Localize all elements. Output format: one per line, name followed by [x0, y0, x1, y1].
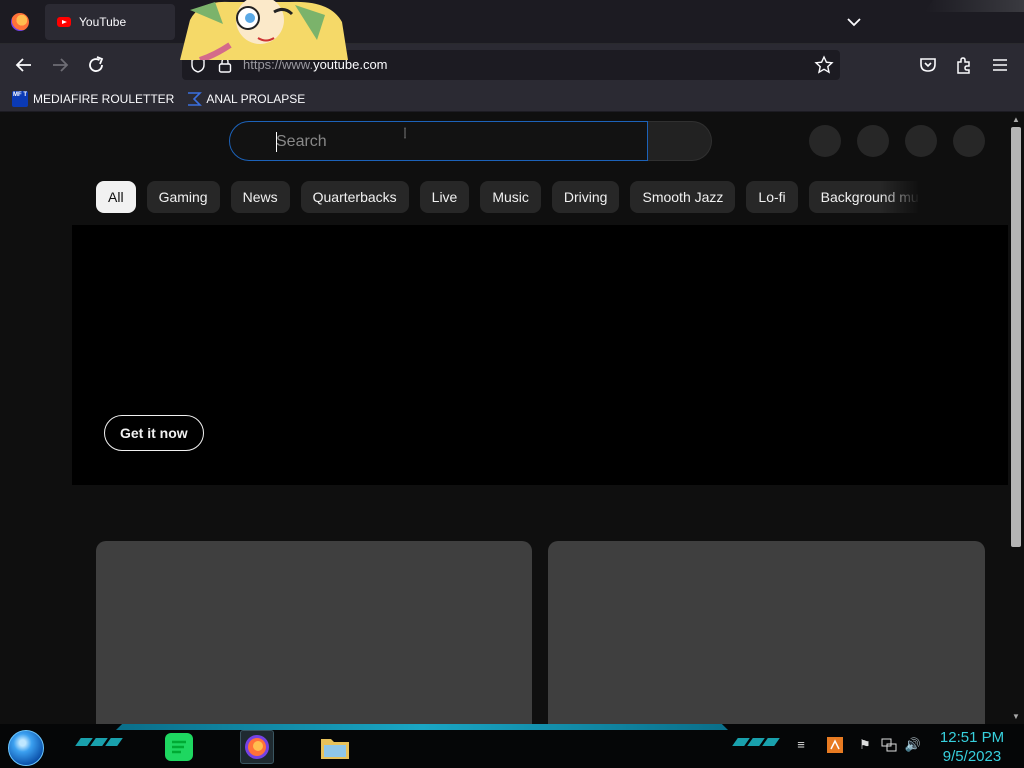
- create-placeholder[interactable]: [857, 125, 889, 157]
- anime-character-sticker: [180, 0, 348, 60]
- avatar-placeholder[interactable]: [953, 125, 985, 157]
- chip-news[interactable]: News: [230, 181, 290, 213]
- app-tray-icon[interactable]: [826, 737, 844, 755]
- start-orb-icon[interactable]: [8, 730, 44, 766]
- taskbar-chevron-decoration: [75, 738, 123, 746]
- firefox-taskbar-icon[interactable]: [240, 730, 274, 764]
- browser-tab-bar: YouTube: [0, 0, 1024, 60]
- page-scrollbar[interactable]: ▲ ▼: [1008, 112, 1024, 724]
- desktop: YouTube https://www.youtube.com MF T MED…: [0, 0, 1024, 768]
- chip-lo-fi[interactable]: Lo-fi: [746, 181, 798, 213]
- tab-youtube[interactable]: YouTube: [45, 4, 175, 40]
- network-icon[interactable]: [880, 737, 898, 755]
- bookmark-label: ANAL PROLAPSE: [206, 91, 306, 106]
- bookmark-star-icon[interactable]: [814, 55, 834, 75]
- youtube-page: All Gaming News Quarterbacks Live Music Drivin…: [0, 112, 1008, 724]
- spotify-icon[interactable]: [162, 730, 196, 764]
- clock-date: 9/5/2023: [942, 748, 1002, 765]
- category-chips: All Gaming News Quarterbacks Live Music Drivin…: [96, 181, 918, 213]
- chip-all[interactable]: All: [96, 181, 136, 213]
- video-thumbnail-placeholder[interactable]: [96, 541, 532, 724]
- chips-fade-overlay: [880, 181, 920, 213]
- scroll-up-arrow-icon[interactable]: ▲: [1011, 115, 1021, 125]
- video-thumbnail-placeholder[interactable]: [548, 541, 985, 724]
- get-it-now-button[interactable]: Get it now: [104, 415, 204, 451]
- volume-icon[interactable]: 🔊: [904, 737, 922, 755]
- taskbar-chevron-decoration: [732, 738, 780, 746]
- system-clock[interactable]: 12:51 PM 9/5/2023: [932, 728, 1012, 766]
- notifications-placeholder[interactable]: [905, 125, 937, 157]
- voice-search-placeholder[interactable]: [809, 125, 841, 157]
- chip-music[interactable]: Music: [480, 181, 541, 213]
- hamburger-menu-icon[interactable]: [988, 53, 1012, 77]
- list-all-tabs-icon[interactable]: [844, 12, 864, 32]
- pocket-icon[interactable]: [916, 53, 940, 77]
- text-caret: [276, 132, 277, 152]
- browser-nav-toolbar: https://www.youtube.com: [0, 44, 1024, 86]
- taskbar-decoration: [116, 724, 728, 730]
- clock-time: 12:51 PM: [939, 729, 1005, 746]
- chip-gaming[interactable]: Gaming: [146, 181, 220, 213]
- search-button[interactable]: [648, 121, 712, 161]
- firefox-menu-icon[interactable]: [11, 13, 29, 31]
- file-explorer-icon[interactable]: [318, 730, 352, 764]
- scroll-down-arrow-icon[interactable]: ▼: [1011, 712, 1021, 722]
- forward-icon[interactable]: [48, 53, 72, 77]
- window-frame-decoration: [925, 0, 1024, 12]
- tab-title: YouTube: [79, 15, 127, 29]
- reload-icon[interactable]: [84, 53, 108, 77]
- bookmark-label: MEDIAFIRE ROULETTER: [33, 91, 175, 106]
- taskbar: ≡ ⚑ 🔊 12:51 PM 9/5/2023: [0, 724, 1024, 768]
- mft-icon: MF T: [12, 90, 28, 107]
- back-icon[interactable]: [12, 53, 36, 77]
- sigma-icon: [188, 91, 203, 106]
- extensions-icon[interactable]: [952, 53, 976, 77]
- bookmark-mediafire-rouletter[interactable]: MF T MEDIAFIRE ROULETTER: [12, 90, 175, 107]
- action-center-flag-icon[interactable]: ⚑: [856, 737, 874, 755]
- search-input[interactable]: [276, 131, 616, 153]
- scrollbar-thumb[interactable]: [1011, 127, 1021, 547]
- show-hidden-icons-icon[interactable]: ≡: [792, 737, 810, 755]
- chip-quarterbacks[interactable]: Quarterbacks: [300, 181, 409, 213]
- chip-live[interactable]: Live: [419, 181, 470, 213]
- i-beam-cursor-icon: [404, 127, 406, 139]
- chip-driving[interactable]: Driving: [551, 181, 620, 213]
- youtube-favicon-icon: [57, 17, 71, 27]
- bookmark-second[interactable]: ANAL PROLAPSE: [186, 91, 305, 107]
- search-box[interactable]: [229, 121, 648, 161]
- bookmarks-toolbar: MF T MEDIAFIRE ROULETTER ANAL PROLAPSE: [0, 86, 1024, 112]
- chip-smooth-jazz[interactable]: Smooth Jazz: [630, 181, 736, 213]
- promo-banner: Get it now: [72, 225, 1008, 485]
